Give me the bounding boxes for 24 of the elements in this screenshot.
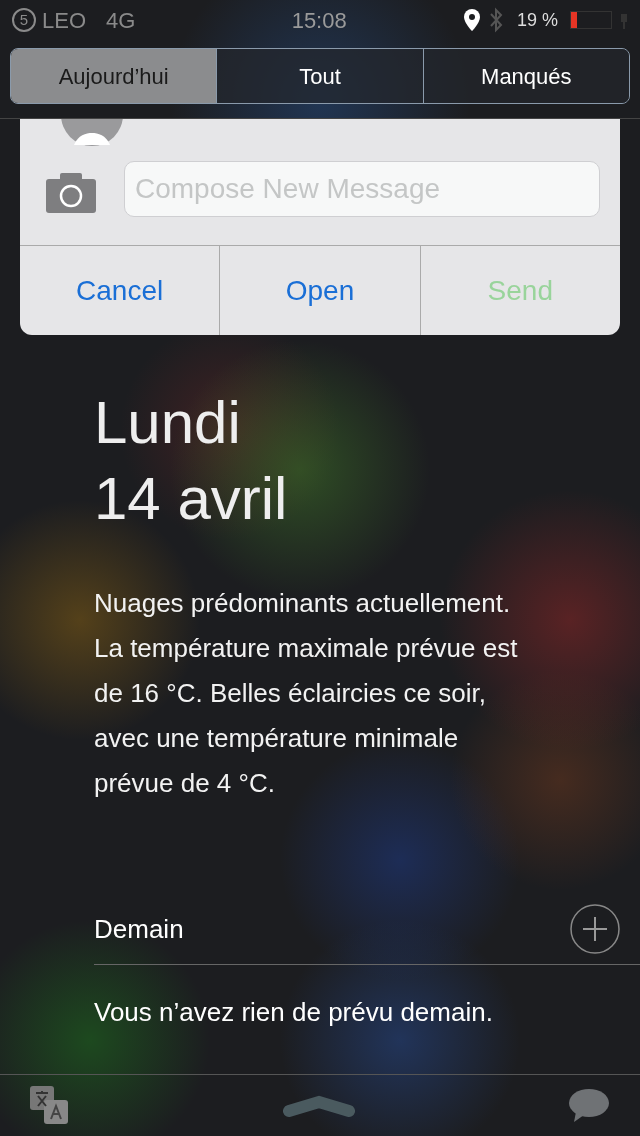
location-icon xyxy=(462,8,481,32)
tab[interactable]: Tout xyxy=(216,49,423,103)
add-button[interactable] xyxy=(570,904,620,954)
translate-icon[interactable] xyxy=(30,1085,70,1126)
message-bubble-icon[interactable] xyxy=(568,1087,610,1124)
date-heading: 14 avril xyxy=(94,464,289,534)
signal-badge: 5 xyxy=(12,8,36,32)
compose-button[interactable]: Cancel xyxy=(20,246,220,335)
carrier-label: LEO xyxy=(42,6,87,35)
battery-percent: 19 % xyxy=(516,8,558,32)
bluetooth-icon xyxy=(488,7,503,33)
tab[interactable]: Manqués xyxy=(422,49,629,103)
day-heading: Lundi xyxy=(94,388,242,458)
network-label: 4G xyxy=(106,6,136,35)
pull-up-handle[interactable] xyxy=(283,1093,355,1118)
battery-icon xyxy=(570,11,612,29)
avatar-icon xyxy=(60,119,124,149)
compose-button[interactable]: Open xyxy=(219,246,420,335)
camera-icon xyxy=(46,173,96,213)
weather-summary: Nuages prédominants actuellement. La température maximale prévue est de 16 °C. Belles éclaircies ce soir, avec une température minimale prévue de 4 °C. xyxy=(94,587,519,800)
empty-message: Vous n’avez rien de prévu demain. xyxy=(94,996,494,1029)
tab[interactable]: Aujourd’hui xyxy=(11,49,217,103)
clock: 15:08 xyxy=(290,6,348,35)
section-title: Demain xyxy=(94,912,184,946)
